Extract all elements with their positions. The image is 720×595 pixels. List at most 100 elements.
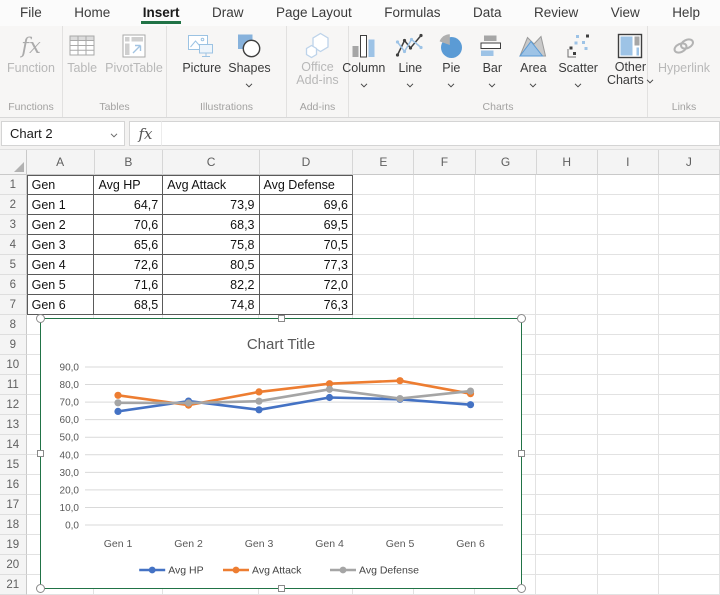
row-header-11[interactable]: 11	[0, 375, 27, 395]
selection-handle[interactable]	[36, 314, 45, 323]
cell-D2[interactable]: 69,6	[260, 195, 353, 215]
cell-B4[interactable]: 65,6	[94, 235, 163, 255]
cell-I21[interactable]	[598, 575, 659, 595]
cell-J13[interactable]	[659, 415, 720, 435]
cell-B1[interactable]: Avg HP	[94, 175, 163, 195]
insert-function-button[interactable]: fx	[129, 121, 161, 146]
tab-review[interactable]: Review	[532, 0, 580, 24]
row-header-1[interactable]: 1	[0, 175, 27, 195]
cell-J8[interactable]	[659, 315, 720, 335]
selection-handle[interactable]	[37, 450, 44, 457]
cell-F1[interactable]	[414, 175, 475, 195]
cell-E6[interactable]	[353, 275, 414, 295]
row-header-21[interactable]: 21	[0, 575, 27, 595]
cell-I8[interactable]	[598, 315, 659, 335]
selection-handle[interactable]	[278, 585, 285, 592]
cell-A1[interactable]: Gen	[27, 175, 95, 195]
cell-C2[interactable]: 73,9	[163, 195, 259, 215]
cell-A3[interactable]: Gen 2	[27, 215, 95, 235]
row-header-12[interactable]: 12	[0, 395, 27, 415]
cell-H15[interactable]	[536, 455, 597, 475]
tab-view[interactable]: View	[609, 0, 642, 24]
cell-J15[interactable]	[659, 455, 720, 475]
cell-J20[interactable]	[659, 555, 720, 575]
cell-G5[interactable]	[475, 255, 536, 275]
cell-B6[interactable]: 71,6	[94, 275, 163, 295]
row-header-16[interactable]: 16	[0, 475, 27, 495]
row-header-20[interactable]: 20	[0, 555, 27, 575]
pie-chart-button[interactable]: Pie	[433, 31, 469, 91]
cell-G2[interactable]	[475, 195, 536, 215]
cell-I11[interactable]	[598, 375, 659, 395]
cell-J12[interactable]	[659, 395, 720, 415]
cell-I5[interactable]	[598, 255, 659, 275]
cell-I20[interactable]	[598, 555, 659, 575]
cell-E1[interactable]	[353, 175, 414, 195]
name-box[interactable]: Chart 2	[1, 121, 125, 146]
cell-H3[interactable]	[536, 215, 597, 235]
cell-A2[interactable]: Gen 1	[27, 195, 95, 215]
cell-G6[interactable]	[475, 275, 536, 295]
row-header-9[interactable]: 9	[0, 335, 27, 355]
table-button[interactable]: Table	[64, 31, 100, 75]
selection-handle[interactable]	[518, 450, 525, 457]
cell-J7[interactable]	[659, 295, 720, 315]
cell-D4[interactable]: 70,5	[260, 235, 353, 255]
row-header-3[interactable]: 3	[0, 215, 27, 235]
cell-H19[interactable]	[536, 535, 597, 555]
row-header-15[interactable]: 15	[0, 455, 27, 475]
cell-J16[interactable]	[659, 475, 720, 495]
cell-H5[interactable]	[536, 255, 597, 275]
row-header-13[interactable]: 13	[0, 415, 27, 435]
cell-I19[interactable]	[598, 535, 659, 555]
cell-E4[interactable]	[353, 235, 414, 255]
cell-A5[interactable]: Gen 4	[27, 255, 95, 275]
cell-H20[interactable]	[536, 555, 597, 575]
cell-H1[interactable]	[536, 175, 597, 195]
row-header-6[interactable]: 6	[0, 275, 27, 295]
cell-J21[interactable]	[659, 575, 720, 595]
cell-A7[interactable]: Gen 6	[27, 295, 95, 315]
select-all-button[interactable]	[0, 150, 27, 175]
cell-H4[interactable]	[536, 235, 597, 255]
cell-F5[interactable]	[414, 255, 475, 275]
formula-input[interactable]	[161, 121, 720, 146]
cell-D7[interactable]: 76,3	[260, 295, 353, 315]
tab-page-layout[interactable]: Page Layout	[274, 0, 354, 24]
cell-D3[interactable]: 69,5	[260, 215, 353, 235]
cell-H18[interactable]	[536, 515, 597, 535]
cell-E3[interactable]	[353, 215, 414, 235]
cell-I7[interactable]	[598, 295, 659, 315]
chart-object[interactable]: Chart Title0,010,020,030,040,050,060,070…	[40, 318, 522, 589]
cell-H21[interactable]	[536, 575, 597, 595]
row-header-7[interactable]: 7	[0, 295, 27, 315]
cell-H6[interactable]	[536, 275, 597, 295]
office-addins-button[interactable]: Office Add-ins	[294, 31, 340, 87]
tab-help[interactable]: Help	[670, 0, 702, 24]
column-header-C[interactable]: C	[163, 150, 259, 175]
cell-J18[interactable]	[659, 515, 720, 535]
cell-I13[interactable]	[598, 415, 659, 435]
cell-J19[interactable]	[659, 535, 720, 555]
cell-B7[interactable]: 68,5	[94, 295, 163, 315]
row-header-18[interactable]: 18	[0, 515, 27, 535]
cell-D5[interactable]: 77,3	[260, 255, 353, 275]
tab-file[interactable]: File	[18, 0, 44, 24]
row-header-10[interactable]: 10	[0, 355, 27, 375]
tab-data[interactable]: Data	[471, 0, 504, 24]
cell-G7[interactable]	[475, 295, 536, 315]
cell-I4[interactable]	[598, 235, 659, 255]
cell-C3[interactable]: 68,3	[163, 215, 259, 235]
column-header-J[interactable]: J	[659, 150, 720, 175]
cell-J1[interactable]	[659, 175, 720, 195]
cell-B3[interactable]: 70,6	[94, 215, 163, 235]
cell-C1[interactable]: Avg Attack	[163, 175, 259, 195]
row-header-8[interactable]: 8	[0, 315, 27, 335]
cell-J11[interactable]	[659, 375, 720, 395]
tab-insert[interactable]: Insert	[141, 0, 182, 24]
selection-handle[interactable]	[36, 584, 45, 593]
cell-C7[interactable]: 74,8	[163, 295, 259, 315]
cell-G4[interactable]	[475, 235, 536, 255]
cell-H2[interactable]	[536, 195, 597, 215]
cell-H14[interactable]	[536, 435, 597, 455]
